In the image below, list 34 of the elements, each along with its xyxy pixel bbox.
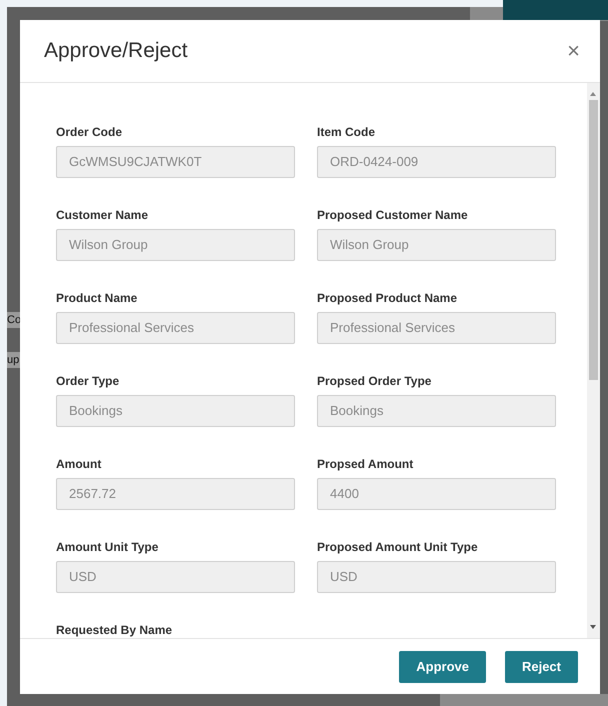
close-button[interactable]: × bbox=[563, 40, 584, 62]
field-label: Product Name bbox=[56, 290, 138, 307]
input-field[interactable]: USD bbox=[317, 561, 556, 593]
input-field[interactable]: Bookings bbox=[56, 395, 295, 427]
input-field[interactable]: Bookings bbox=[317, 395, 556, 427]
field-label: Customer Name bbox=[56, 207, 150, 224]
field-label: Order Type bbox=[56, 373, 120, 390]
field-label: Proposed Product Name bbox=[317, 290, 458, 307]
input-field[interactable]: Wilson Group bbox=[317, 229, 556, 261]
input-field[interactable]: 2567.72 bbox=[56, 478, 295, 510]
field-label: Requested By Name bbox=[56, 622, 174, 638]
field-label: Propsed Order Type bbox=[317, 373, 432, 390]
input-field[interactable]: USD bbox=[56, 561, 295, 593]
input-field[interactable]: GcWMSU9CJATWK0T bbox=[56, 146, 295, 178]
dialog-button[interactable]: Reject bbox=[504, 650, 578, 682]
input-field[interactable]: Wilson Group bbox=[56, 229, 295, 261]
field-label: Order Code bbox=[56, 124, 124, 141]
scroll-up-icon[interactable] bbox=[590, 92, 596, 96]
field-label: Item Code bbox=[317, 124, 376, 141]
field-label: Proposed Amount Unit Type bbox=[317, 539, 479, 556]
scrollbar-thumb[interactable] bbox=[589, 100, 598, 380]
scrollbar[interactable] bbox=[587, 83, 600, 638]
scroll-down-icon[interactable] bbox=[590, 625, 596, 629]
field-label: Amount bbox=[56, 456, 102, 473]
dialog-button[interactable]: Approve bbox=[399, 650, 486, 682]
dialog-title: Approve/Reject bbox=[44, 38, 188, 64]
input-field[interactable]: ORD-0424-009 bbox=[317, 146, 556, 178]
input-field[interactable]: Professional Services bbox=[317, 312, 556, 344]
input-field[interactable]: 4400 bbox=[317, 478, 556, 510]
field-label: Amount Unit Type bbox=[56, 539, 160, 556]
field-label: Propsed Amount bbox=[317, 456, 414, 473]
input-field[interactable]: Professional Services bbox=[56, 312, 295, 344]
field-label: Proposed Customer Name bbox=[317, 207, 469, 224]
background-text: up bbox=[7, 352, 20, 368]
